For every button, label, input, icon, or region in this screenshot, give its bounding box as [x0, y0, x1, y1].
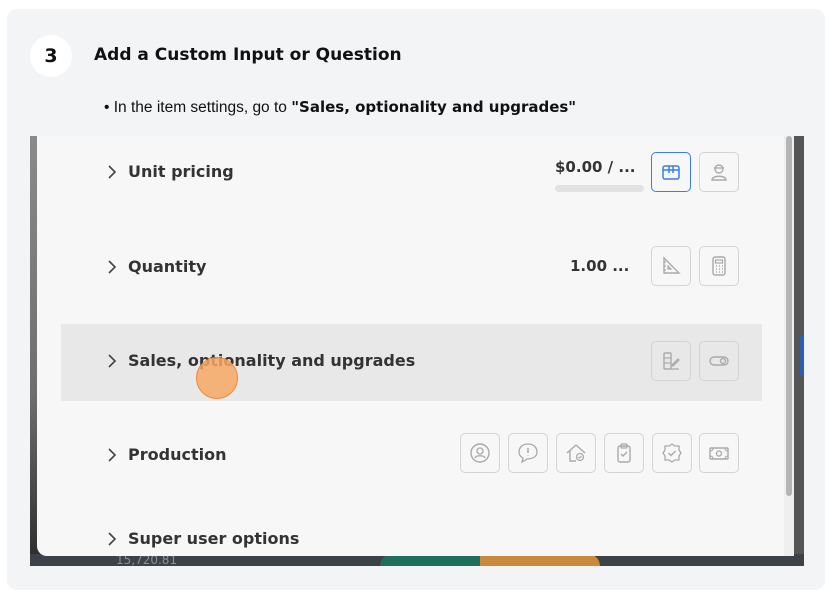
section-label: Super user options: [128, 529, 300, 548]
scrollbar[interactable]: [786, 136, 792, 496]
worker-icon[interactable]: [699, 152, 739, 192]
section-sales-optionality-upgrades[interactable]: Sales, optionality and upgrades: [61, 324, 762, 401]
section-super-user-options[interactable]: Super user options: [61, 513, 762, 566]
section-label: Sales, optionality and upgrades: [128, 351, 416, 370]
unit-pricing-value: $0.00 / ...: [555, 158, 636, 176]
alert-bubble-icon[interactable]: [508, 433, 548, 473]
instruction-text: • In the item settings, go to: [104, 99, 292, 116]
home-check-icon[interactable]: [556, 433, 596, 473]
badge-check-icon[interactable]: [652, 433, 692, 473]
chevron-right-icon: [108, 447, 117, 462]
clipboard-check-icon[interactable]: [604, 433, 644, 473]
options-icon[interactable]: [651, 341, 691, 381]
section-unit-pricing[interactable]: Unit pricing $0.00 / ...: [61, 136, 762, 213]
person-circle-icon[interactable]: [460, 433, 500, 473]
chevron-right-icon: [108, 259, 117, 274]
ruler-triangle-icon[interactable]: [651, 246, 691, 286]
screenshot: 15,720.81 Unit pricing $0.00 / ... Quant…: [30, 136, 804, 566]
box-icon[interactable]: [651, 152, 691, 192]
step-number-badge: 3: [30, 35, 72, 77]
toggle-icon[interactable]: [699, 341, 739, 381]
section-label: Unit pricing: [128, 162, 234, 181]
value-underline: [555, 185, 644, 192]
section-label: Quantity: [128, 257, 207, 276]
section-label: Production: [128, 445, 227, 464]
chevron-right-icon: [108, 353, 117, 368]
chevron-right-icon: [108, 531, 117, 546]
background-blue-edge: [800, 336, 804, 376]
step-instruction: • In the item settings, go to "Sales, op…: [104, 98, 576, 117]
quantity-value: 1.00 ...: [570, 257, 630, 275]
step-title: Add a Custom Input or Question: [94, 45, 402, 65]
calculator-icon[interactable]: [699, 246, 739, 286]
click-indicator: [196, 357, 238, 399]
section-quantity[interactable]: Quantity 1.00 ...: [61, 229, 762, 306]
item-settings-panel: Unit pricing $0.00 / ... Quantity 1.00 .…: [37, 136, 794, 556]
chevron-right-icon: [108, 164, 117, 179]
instruction-target: "Sales, optionality and upgrades": [291, 98, 577, 116]
cash-icon[interactable]: [699, 433, 739, 473]
section-production[interactable]: Production: [61, 418, 762, 495]
